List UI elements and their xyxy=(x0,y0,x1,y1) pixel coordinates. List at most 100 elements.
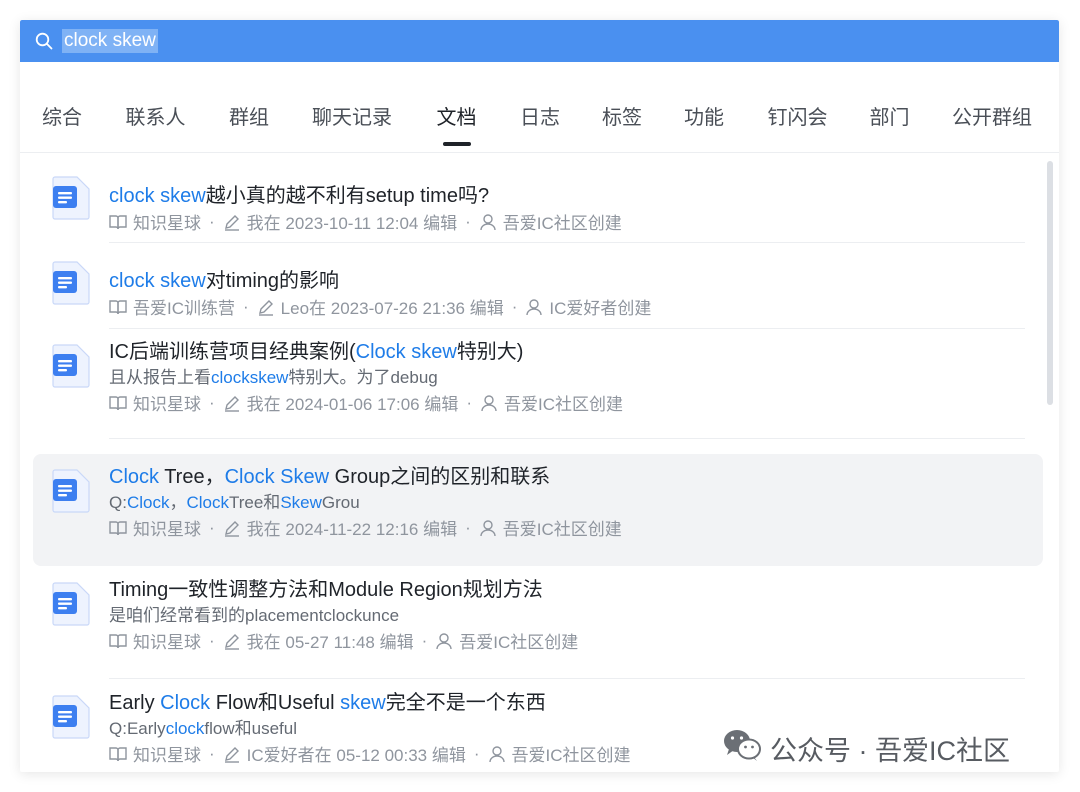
user-icon xyxy=(525,298,543,316)
search-bar[interactable]: clock skew xyxy=(20,20,1059,62)
result-item[interactable]: clock skew对timing的影响 吾爱IC训练营 · Leo在 2023-07… xyxy=(33,243,1043,329)
meta-separator: · xyxy=(209,630,215,650)
tab-0[interactable]: 综合 xyxy=(22,62,102,152)
tab-1[interactable]: 联系人 xyxy=(102,62,209,152)
title-text: 完全不是一个东西 xyxy=(385,692,546,714)
edit-icon xyxy=(223,213,241,231)
result-snippet: 是咱们经常看到的placementclockunce xyxy=(109,601,399,626)
book-icon xyxy=(109,746,127,762)
keyword-highlight: Clock xyxy=(186,493,229,512)
title-text: Group之间的区别和联系 xyxy=(329,466,551,488)
tab-8[interactable]: 钉闪会 xyxy=(746,62,849,152)
result-meta: 知识星球 · 我在 2024-11-22 12:16 编辑 · 吾爱IC社区创建 xyxy=(109,515,622,540)
result-item[interactable]: clock skew越小真的越不利有setup time吗? 知识星球 · 我在 20… xyxy=(33,158,1043,243)
tab-label: 群组 xyxy=(229,107,269,129)
search-icon xyxy=(34,31,54,51)
edit-icon xyxy=(223,632,241,650)
document-icon xyxy=(51,175,93,221)
result-title[interactable]: Timing一致性调整方法和Module Region规划方法 xyxy=(109,573,543,602)
result-snippet: Q:Clock，ClockTree和SkewGrou xyxy=(109,488,360,513)
keyword-highlight: Clock xyxy=(109,466,160,488)
result-meta: 知识星球 · 我在 2024-01-06 17:06 编辑 · 吾爱IC社区创建 xyxy=(109,390,623,415)
user-icon xyxy=(488,745,506,763)
tab-4[interactable]: 文档 xyxy=(415,62,498,152)
snippet-text: 且从报告上看 xyxy=(109,368,211,387)
user-icon xyxy=(480,394,498,412)
meta-separator: · xyxy=(465,517,471,537)
document-icon xyxy=(51,343,93,389)
tab-label: 标签 xyxy=(602,107,642,129)
tab-label: 部门 xyxy=(869,107,910,129)
keyword-highlight: Skew xyxy=(280,493,322,512)
creator-info: 吾爱IC社区创建 xyxy=(504,395,624,414)
editor-info: 我在 05-27 11:48 编辑 xyxy=(246,633,414,652)
tab-label: 日志 xyxy=(520,107,560,129)
snippet-text: flow和useful xyxy=(204,719,298,738)
keyword-highlight: clock skew xyxy=(109,270,206,292)
creator-info: 吾爱IC社区创建 xyxy=(459,633,579,652)
meta-separator: · xyxy=(466,392,473,412)
meta-separator: · xyxy=(209,517,215,537)
space-name: 吾爱IC训练营 xyxy=(133,299,235,318)
result-title[interactable]: clock skew越小真的越不利有setup time吗? xyxy=(109,179,489,208)
creator-info: IC爱好者创建 xyxy=(549,299,652,318)
title-text: 对timing的影响 xyxy=(205,270,340,292)
snippet-text: Grou xyxy=(321,493,360,512)
tab-6[interactable]: 标签 xyxy=(582,62,662,152)
editor-info: 我在 2023-10-11 12:04 编辑 xyxy=(246,214,458,233)
result-title[interactable]: IC后端训练营项目经典案例(Clock skew特别大) xyxy=(109,335,523,364)
scrollbar[interactable] xyxy=(1047,161,1053,405)
snippet-text: 特别大。为了debug xyxy=(288,368,438,387)
user-icon xyxy=(479,519,497,537)
category-tabs: 综合 联系人 群组 聊天记录 文档 日志 标签 功能 钉闪会 部门 公开群组 xyxy=(20,62,1059,153)
keyword-highlight: clock xyxy=(165,719,205,738)
space-name: 知识星球 xyxy=(133,633,201,652)
keyword-highlight: skew xyxy=(340,692,386,714)
title-text: Early xyxy=(109,692,161,714)
document-icon xyxy=(51,694,93,740)
result-snippet: 且从报告上看clockskew特别大。为了debug xyxy=(109,363,438,388)
book-icon xyxy=(109,299,127,315)
result-title[interactable]: Clock Tree，Clock Skew Group之间的区别和联系 xyxy=(109,460,550,489)
result-item[interactable]: Clock Tree，Clock Skew Group之间的区别和联系 Q:Clo… xyxy=(33,454,1043,566)
creator-info: 吾爱IC社区创建 xyxy=(511,746,631,765)
edit-icon xyxy=(223,394,241,412)
watermark-text: 公众号 · 吾爱IC社区 xyxy=(770,735,1010,766)
keyword-highlight: Clock skew xyxy=(355,341,457,363)
snippet-text: Q: xyxy=(109,493,127,512)
title-text: Flow和Useful xyxy=(210,692,341,714)
snippet-text: Tree和 xyxy=(228,493,281,512)
result-meta: 吾爱IC训练营 · Leo在 2023-07-26 21:36 编辑 · IC爱好者创建 xyxy=(109,294,651,319)
tab-9[interactable]: 部门 xyxy=(849,62,930,152)
snippet-text: ， xyxy=(169,493,187,512)
edit-icon xyxy=(223,519,241,537)
result-item[interactable]: IC后端训练营项目经典案例(Clock skew特别大) 且从报告上看clocks… xyxy=(33,329,1043,439)
book-icon xyxy=(109,214,127,230)
search-input[interactable]: clock skew xyxy=(62,29,158,53)
edit-icon xyxy=(257,298,275,316)
keyword-highlight: Clock xyxy=(126,493,170,512)
tab-label: 聊天记录 xyxy=(312,107,392,129)
snippet-text: 是咱们经常看到的placementclockunce xyxy=(109,606,400,625)
title-text: Timing一致性调整方法和Module Region规划方法 xyxy=(109,579,543,601)
tab-2[interactable]: 群组 xyxy=(209,62,289,152)
tab-10[interactable]: 公开群组 xyxy=(930,62,1054,152)
tab-5[interactable]: 日志 xyxy=(498,62,582,152)
user-icon xyxy=(435,632,453,650)
result-title[interactable]: Early Clock Flow和Useful skew完全不是一个东西 xyxy=(109,686,546,715)
results-list: clock skew越小真的越不利有setup time吗? 知识星球 · 我在 20… xyxy=(20,153,1059,772)
document-icon xyxy=(51,468,93,514)
result-title[interactable]: clock skew对timing的影响 xyxy=(109,264,339,293)
tab-7[interactable]: 功能 xyxy=(662,62,746,152)
result-item[interactable]: Timing一致性调整方法和Module Region规划方法 是咱们经常看到的p… xyxy=(33,567,1043,679)
meta-separator: · xyxy=(209,392,215,412)
watermark: 公众号 · 吾爱IC社区 xyxy=(722,728,1010,768)
meta-separator: · xyxy=(209,211,215,231)
document-icon xyxy=(51,260,93,306)
tab-label: 文档 xyxy=(436,107,477,129)
tab-3[interactable]: 聊天记录 xyxy=(289,62,415,152)
meta-separator: · xyxy=(209,743,215,763)
space-name: 知识星球 xyxy=(133,520,201,539)
user-icon xyxy=(479,213,497,231)
keyword-highlight: clock skew xyxy=(109,185,206,207)
